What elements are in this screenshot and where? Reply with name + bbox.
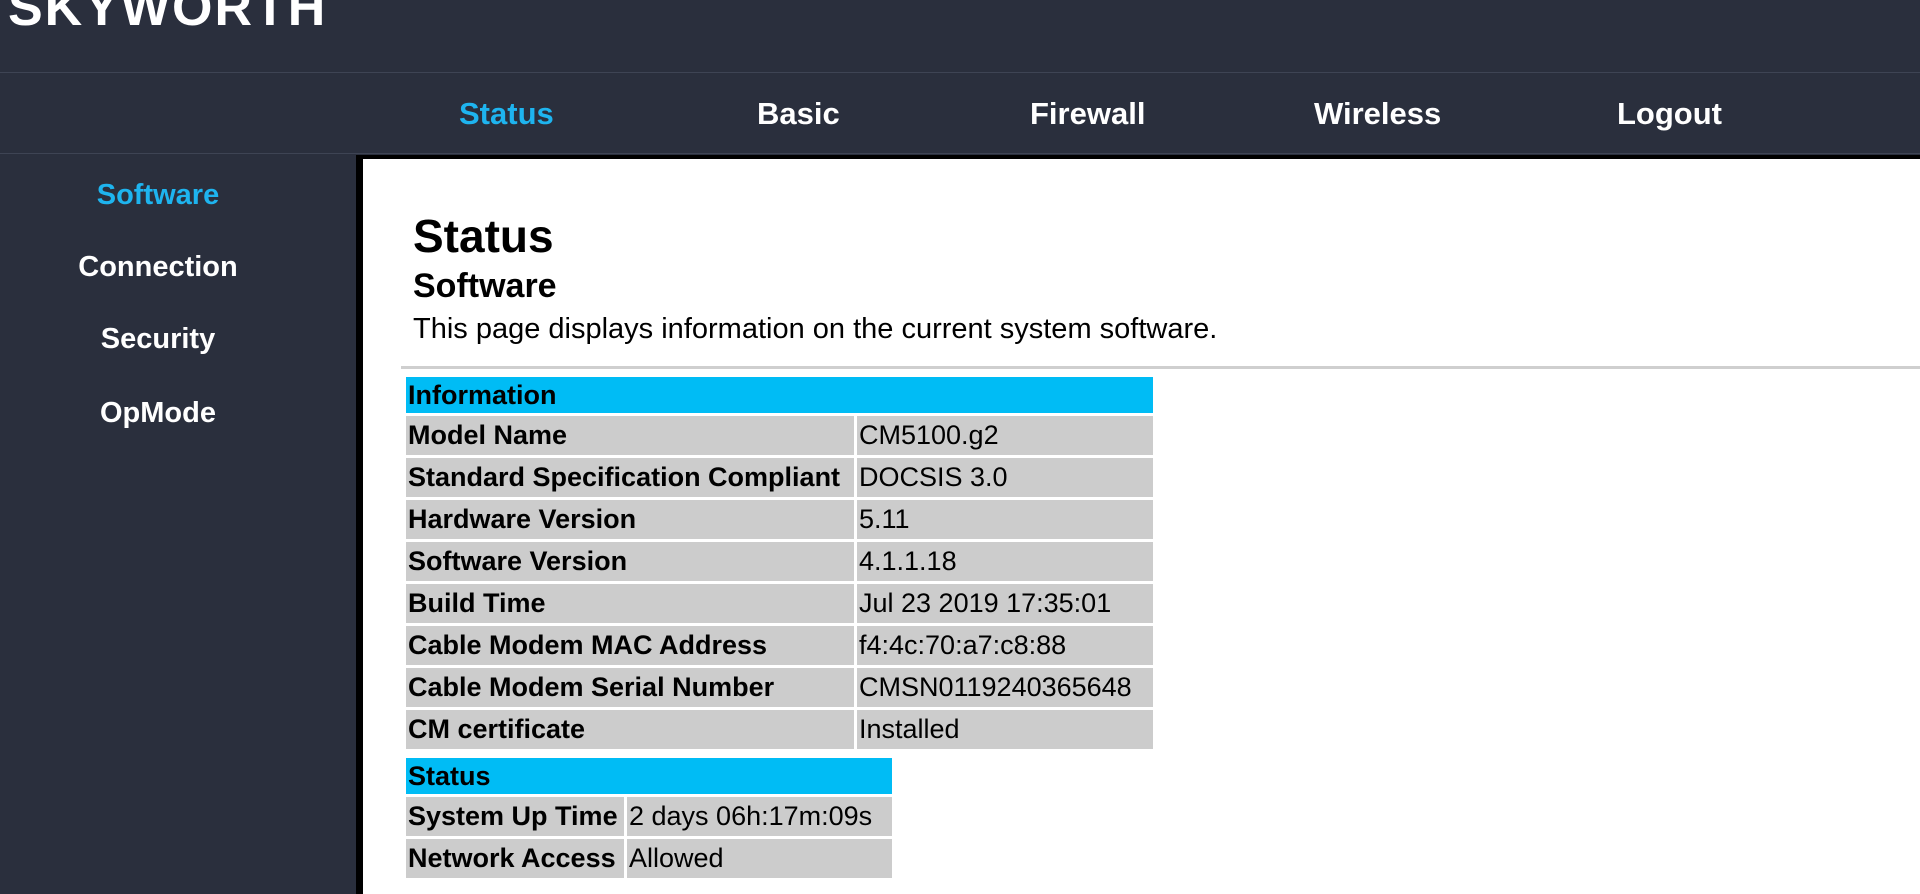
row-label: Cable Modem Serial Number — [406, 668, 854, 707]
table-row: Cable Modem MAC Address f4:4c:70:a7:c8:88 — [406, 626, 1153, 665]
sidebar: Software Connection Security OpMode — [0, 155, 356, 894]
row-label: CM certificate — [406, 710, 854, 749]
nav-status[interactable]: Status — [459, 96, 554, 131]
row-value: Allowed — [627, 839, 892, 878]
table-row: Network Access Allowed — [406, 839, 892, 878]
divider — [401, 366, 1920, 369]
row-value: 5.11 — [857, 500, 1153, 539]
section-title: Software — [413, 267, 557, 305]
nav-wireless[interactable]: Wireless — [1314, 96, 1441, 131]
table-row: Standard Specification Compliant DOCSIS 3… — [406, 458, 1153, 497]
row-value: CM5100.g2 — [857, 416, 1153, 455]
status-header: Status — [406, 758, 892, 794]
row-label: Model Name — [406, 416, 854, 455]
nav-firewall[interactable]: Firewall — [1030, 96, 1145, 131]
row-value: CMSN0119240365648 — [857, 668, 1153, 707]
row-label: Build Time — [406, 584, 854, 623]
table-row: Build Time Jul 23 2019 17:35:01 — [406, 584, 1153, 623]
header-bar: SKYWORTH — [0, 0, 1920, 72]
row-label: System Up Time — [406, 797, 624, 836]
sidebar-item-security[interactable]: Security — [0, 323, 316, 356]
sidebar-item-opmode[interactable]: OpMode — [0, 397, 316, 430]
row-label: Standard Specification Compliant — [406, 458, 854, 497]
brand-logo: SKYWORTH — [8, 0, 328, 37]
top-navigation: Status Basic Firewall Wireless Logout — [0, 72, 1920, 154]
table-row: System Up Time 2 days 06h:17m:09s — [406, 797, 892, 836]
row-value: Installed — [857, 710, 1153, 749]
page-description: This page displays information on the cu… — [413, 313, 1218, 345]
nav-basic[interactable]: Basic — [757, 96, 840, 131]
row-label: Software Version — [406, 542, 854, 581]
table-row: Hardware Version 5.11 — [406, 500, 1153, 539]
row-label: Cable Modem MAC Address — [406, 626, 854, 665]
table-row: Cable Modem Serial Number CMSN01192403656… — [406, 668, 1153, 707]
sidebar-item-software[interactable]: Software — [0, 179, 316, 212]
row-label: Hardware Version — [406, 500, 854, 539]
information-table: Information Model Name CM5100.g2 Standard… — [403, 374, 1156, 752]
row-value: 2 days 06h:17m:09s — [627, 797, 892, 836]
main-content: Status Software This page displays infor… — [356, 155, 1920, 894]
page-title: Status — [413, 210, 554, 262]
row-value: DOCSIS 3.0 — [857, 458, 1153, 497]
information-header: Information — [406, 377, 1153, 413]
row-value: 4.1.1.18 — [857, 542, 1153, 581]
row-value: Jul 23 2019 17:35:01 — [857, 584, 1153, 623]
nav-logout[interactable]: Logout — [1617, 96, 1722, 131]
row-label: Network Access — [406, 839, 624, 878]
row-value: f4:4c:70:a7:c8:88 — [857, 626, 1153, 665]
table-row: Software Version 4.1.1.18 — [406, 542, 1153, 581]
table-row: Model Name CM5100.g2 — [406, 416, 1153, 455]
sidebar-item-connection[interactable]: Connection — [0, 251, 316, 284]
status-table: Status System Up Time 2 days 06h:17m:09s … — [403, 755, 895, 881]
table-row: CM certificate Installed — [406, 710, 1153, 749]
